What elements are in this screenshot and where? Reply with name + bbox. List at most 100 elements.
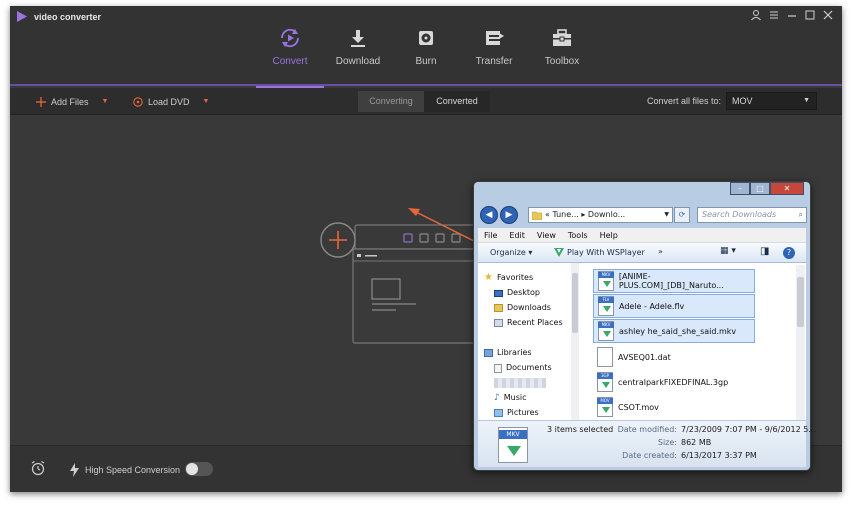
explorer-maximize-icon[interactable]: □ bbox=[750, 182, 770, 195]
transfer-icon bbox=[486, 31, 504, 45]
dat-file-icon bbox=[597, 347, 613, 367]
menu-tools[interactable]: Tools bbox=[568, 228, 588, 242]
file-list-scrollbar[interactable] bbox=[796, 265, 805, 420]
list-item[interactable]: AVSEQ01.dat bbox=[593, 345, 671, 369]
add-files-dropdown-icon[interactable]: ▼ bbox=[102, 98, 109, 105]
toolbox-icon bbox=[553, 29, 571, 46]
date-created-label: Date created: bbox=[622, 451, 677, 460]
menu-view[interactable]: View bbox=[537, 228, 556, 242]
file-badge: 3GP bbox=[597, 373, 613, 379]
nav-burn[interactable]: Burn bbox=[392, 6, 460, 86]
nav-libraries[interactable]: Libraries bbox=[484, 346, 532, 360]
tab-converting[interactable]: Converting bbox=[358, 91, 424, 112]
explorer-window-controls: – □ ✕ bbox=[730, 182, 804, 195]
mkv-large-icon: MKV bbox=[498, 427, 528, 463]
navigation-pane: ★ Favorites Desktop Downloads Recent Pla… bbox=[478, 263, 578, 420]
list-item[interactable]: MOV CSOT.mov bbox=[593, 395, 659, 419]
nav-transfer-label: Transfer bbox=[475, 56, 513, 67]
menu-icon[interactable] bbox=[768, 9, 780, 21]
nav-pictures[interactable]: Pictures bbox=[494, 406, 539, 420]
dvd-icon bbox=[133, 96, 143, 107]
list-item[interactable]: FLV Adele - Adele.flv bbox=[593, 294, 755, 318]
forward-arrow-icon[interactable]: ▶ bbox=[500, 206, 518, 224]
main-nav: Convert Download Burn Transfer Toolbox bbox=[256, 6, 596, 88]
play-with-button[interactable]: Play With WSPlayer bbox=[554, 248, 645, 257]
folder-icon bbox=[532, 211, 542, 220]
back-arrow-icon[interactable]: ◀ bbox=[480, 206, 498, 224]
menu-file[interactable]: File bbox=[484, 228, 497, 242]
nav-downloads[interactable]: Downloads bbox=[494, 301, 551, 315]
maximize-icon[interactable] bbox=[804, 9, 816, 21]
tab-converted[interactable]: Converted bbox=[424, 91, 490, 112]
help-icon[interactable]: ? bbox=[783, 247, 795, 259]
nav-transfer[interactable]: Transfer bbox=[460, 6, 528, 86]
app-title: video converter bbox=[34, 11, 102, 22]
size-label: Size: bbox=[657, 438, 677, 447]
breadcrumb-part-1[interactable]: Tune... bbox=[552, 210, 578, 219]
refresh-icon[interactable]: ⟳ bbox=[674, 207, 690, 223]
pictures-icon bbox=[494, 409, 503, 417]
preview-pane-icon[interactable]: ◨ bbox=[760, 246, 769, 257]
pixelated-redaction bbox=[494, 378, 546, 388]
menu-help[interactable]: Help bbox=[600, 228, 618, 242]
output-format-select[interactable]: MOV ▼ bbox=[726, 92, 817, 110]
file-name: ashley he_said_she_said.mkv bbox=[619, 326, 737, 336]
list-item[interactable]: MKV ashley he_said_she_said.mkv bbox=[593, 319, 755, 343]
brand: video converter bbox=[16, 11, 101, 22]
nav-pane-scrollbar[interactable] bbox=[571, 263, 579, 420]
nav-favorites[interactable]: ★ Favorites bbox=[484, 271, 533, 285]
3gp-file-icon: 3GP bbox=[597, 372, 613, 392]
mkv-file-icon: MKV bbox=[598, 321, 614, 341]
nav-music[interactable]: ♪ Music bbox=[494, 391, 527, 405]
list-item[interactable]: 3GP centralparkFIXEDFINAL.3gp bbox=[593, 370, 728, 394]
minimize-icon[interactable] bbox=[786, 9, 798, 21]
explorer-minimize-icon[interactable]: – bbox=[730, 182, 750, 195]
nav-redacted-item[interactable] bbox=[494, 376, 546, 390]
nav-download[interactable]: Download bbox=[324, 6, 392, 86]
date-modified-label: Date modified: bbox=[617, 425, 677, 434]
flv-file-icon: FLV bbox=[598, 296, 614, 316]
nav-convert[interactable]: Convert bbox=[256, 6, 324, 88]
toggle-knob bbox=[186, 463, 198, 475]
load-dvd-dropdown-icon[interactable]: ▼ bbox=[203, 98, 210, 105]
scrollbar-thumb[interactable] bbox=[797, 277, 804, 327]
high-speed-conversion: High Speed Conversion bbox=[70, 446, 180, 493]
recent-places-icon bbox=[494, 319, 503, 327]
load-dvd-button[interactable]: Load DVD ▼ bbox=[133, 88, 209, 115]
search-input[interactable]: Search Downloads ⌕ bbox=[697, 207, 807, 223]
file-name: [ANIME-PLUS.COM]_[DB]_Naruto... bbox=[618, 272, 724, 290]
details-badge: MKV bbox=[499, 430, 527, 439]
more-commands-button[interactable]: » bbox=[658, 247, 663, 256]
nav-desktop[interactable]: Desktop bbox=[494, 286, 540, 300]
add-files-label: Add Files bbox=[51, 96, 89, 107]
date-modified-value: 7/23/2009 7:07 PM - 9/6/2012 5... bbox=[681, 425, 816, 434]
explorer-close-icon[interactable]: ✕ bbox=[770, 182, 804, 195]
add-files-button[interactable]: Add Files ▼ bbox=[36, 88, 108, 115]
plus-icon bbox=[36, 96, 46, 107]
organize-button[interactable]: Organize ▾ bbox=[490, 248, 532, 257]
nav-toolbox[interactable]: Toolbox bbox=[528, 6, 596, 86]
chevron-down-icon: ▼ bbox=[803, 97, 810, 104]
nav-documents[interactable]: Documents bbox=[494, 361, 552, 375]
close-icon[interactable] bbox=[822, 9, 834, 21]
address-input[interactable]: « Tune... ▸ Downlo... ▼ bbox=[528, 207, 673, 223]
high-speed-toggle[interactable] bbox=[185, 462, 213, 476]
app-logo-icon bbox=[17, 11, 27, 22]
breadcrumb-part-2[interactable]: Downlo... bbox=[588, 210, 625, 219]
alarm-clock-icon[interactable] bbox=[30, 460, 46, 476]
file-name: centralparkFIXEDFINAL.3gp bbox=[618, 377, 729, 387]
address-bar: ◀ ▶ « Tune... ▸ Downlo... ▼ ⟳ Search Dow… bbox=[478, 204, 807, 226]
search-icon: ⌕ bbox=[798, 210, 803, 219]
explorer-menu-bar: File Edit View Tools Help bbox=[478, 228, 806, 243]
mkv-file-icon: MKV bbox=[598, 271, 614, 291]
view-options-icon[interactable]: ▦ ▾ bbox=[720, 246, 736, 256]
menu-edit[interactable]: Edit bbox=[509, 228, 525, 242]
user-icon[interactable] bbox=[750, 9, 762, 21]
address-dropdown-icon[interactable]: ▼ bbox=[664, 208, 669, 222]
mov-file-icon: MOV bbox=[597, 397, 613, 417]
scrollbar-thumb[interactable] bbox=[572, 273, 578, 333]
nav-recent-places[interactable]: Recent Places bbox=[494, 316, 563, 330]
list-item[interactable]: MKV [ANIME-PLUS.COM]_[DB]_Naruto... bbox=[593, 269, 755, 293]
nav-pictures-label: Pictures bbox=[507, 408, 539, 417]
nav-documents-label: Documents bbox=[506, 363, 552, 372]
